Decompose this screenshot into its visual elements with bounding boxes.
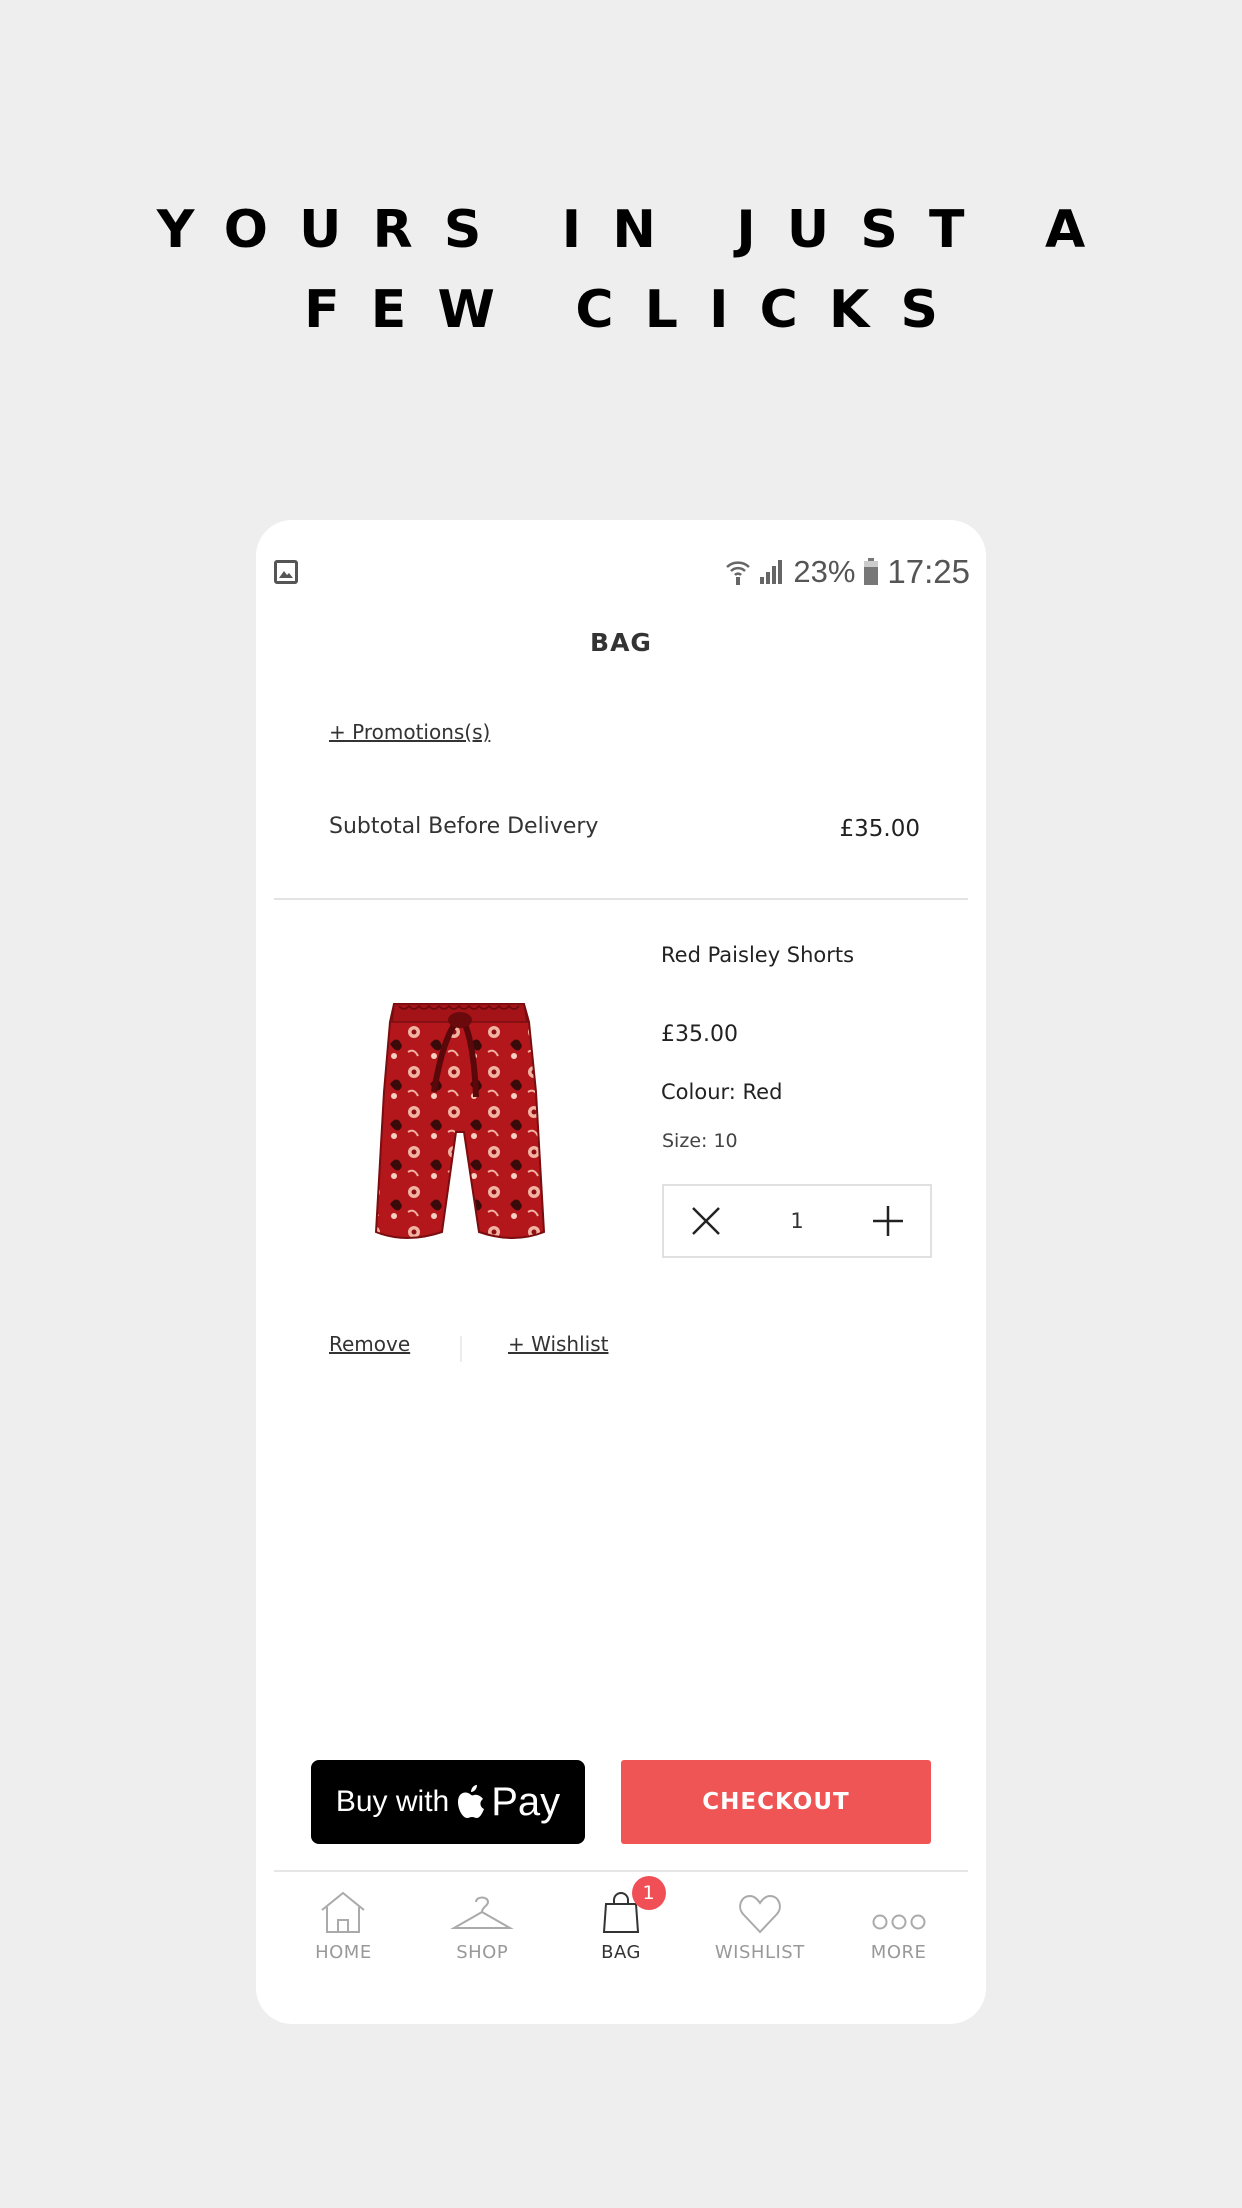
nav-divider: [274, 1870, 968, 1872]
product-image[interactable]: [364, 982, 554, 1242]
status-bar: 23% 17:25: [256, 520, 986, 600]
nav-item-shop[interactable]: SHOP: [413, 1882, 552, 1982]
checkout-button[interactable]: CHECKOUT: [621, 1760, 931, 1844]
promotions-link[interactable]: + Promotions(s): [329, 720, 490, 744]
bottom-nav: HOME SHOP 1 BAG WISHLIST MORE: [274, 1876, 968, 1982]
product-colour: Colour: Red: [661, 1080, 783, 1104]
image-icon: [274, 560, 298, 584]
nav-label-shop: SHOP: [456, 1942, 509, 1963]
plus-icon: [873, 1206, 903, 1236]
apple-pay-buy-label: Buy with: [335, 1785, 450, 1818]
headline-line-2: FEW CLICKS: [304, 280, 970, 340]
product-name[interactable]: Red Paisley Shorts: [661, 942, 861, 968]
nav-item-wishlist[interactable]: WISHLIST: [690, 1882, 829, 1982]
page-title: BAG: [590, 628, 652, 657]
nav-item-bag[interactable]: 1 BAG: [552, 1876, 691, 1982]
increase-quantity-button[interactable]: [870, 1203, 906, 1239]
apple-pay-button[interactable]: Buy with Pay: [311, 1760, 585, 1844]
decrease-quantity-button[interactable]: [688, 1203, 724, 1239]
clock: 17:25: [887, 553, 970, 590]
wifi-icon: [725, 558, 751, 586]
product-size: Size: 10: [662, 1130, 738, 1152]
nav-label-bag: BAG: [601, 1942, 641, 1963]
subtotal-value: £35.00: [839, 816, 920, 842]
battery-icon: [863, 558, 879, 586]
phone-screen: 23% 17:25 BAG + Promotions(s) Subtotal B…: [256, 520, 986, 2024]
apple-logo-icon: [458, 1785, 485, 1818]
quantity-stepper: 1: [662, 1184, 932, 1258]
headline-line-1: YOURS IN JUST A: [156, 200, 1117, 260]
link-separator: [460, 1336, 462, 1362]
nav-item-home[interactable]: HOME: [274, 1882, 413, 1982]
divider: [274, 898, 968, 900]
nav-label-home: HOME: [315, 1942, 372, 1963]
close-icon: [692, 1207, 720, 1235]
heart-icon: [738, 1894, 781, 1934]
hanger-icon: [450, 1896, 514, 1929]
nav-item-more[interactable]: MORE: [829, 1882, 968, 1982]
headline: YOURS IN JUST A FEW CLICKS: [0, 190, 1242, 350]
quantity-value: 1: [790, 1209, 804, 1233]
apple-pay-pay-label: Pay: [491, 1779, 561, 1824]
battery-percentage: 23%: [793, 554, 856, 589]
status-indicators: 23% 17:25: [725, 553, 970, 590]
product-price: £35.00: [661, 1022, 738, 1047]
signal-icon: [759, 559, 785, 585]
subtotal-label: Subtotal Before Delivery: [329, 814, 599, 839]
home-icon: [321, 1891, 366, 1933]
remove-link[interactable]: Remove: [329, 1332, 410, 1356]
bag-count-badge: 1: [631, 1876, 666, 1910]
nav-label-more: MORE: [870, 1942, 927, 1963]
more-icon: [872, 1914, 926, 1930]
add-to-wishlist-link[interactable]: + Wishlist: [508, 1332, 608, 1356]
nav-label-wishlist: WISHLIST: [714, 1942, 805, 1963]
